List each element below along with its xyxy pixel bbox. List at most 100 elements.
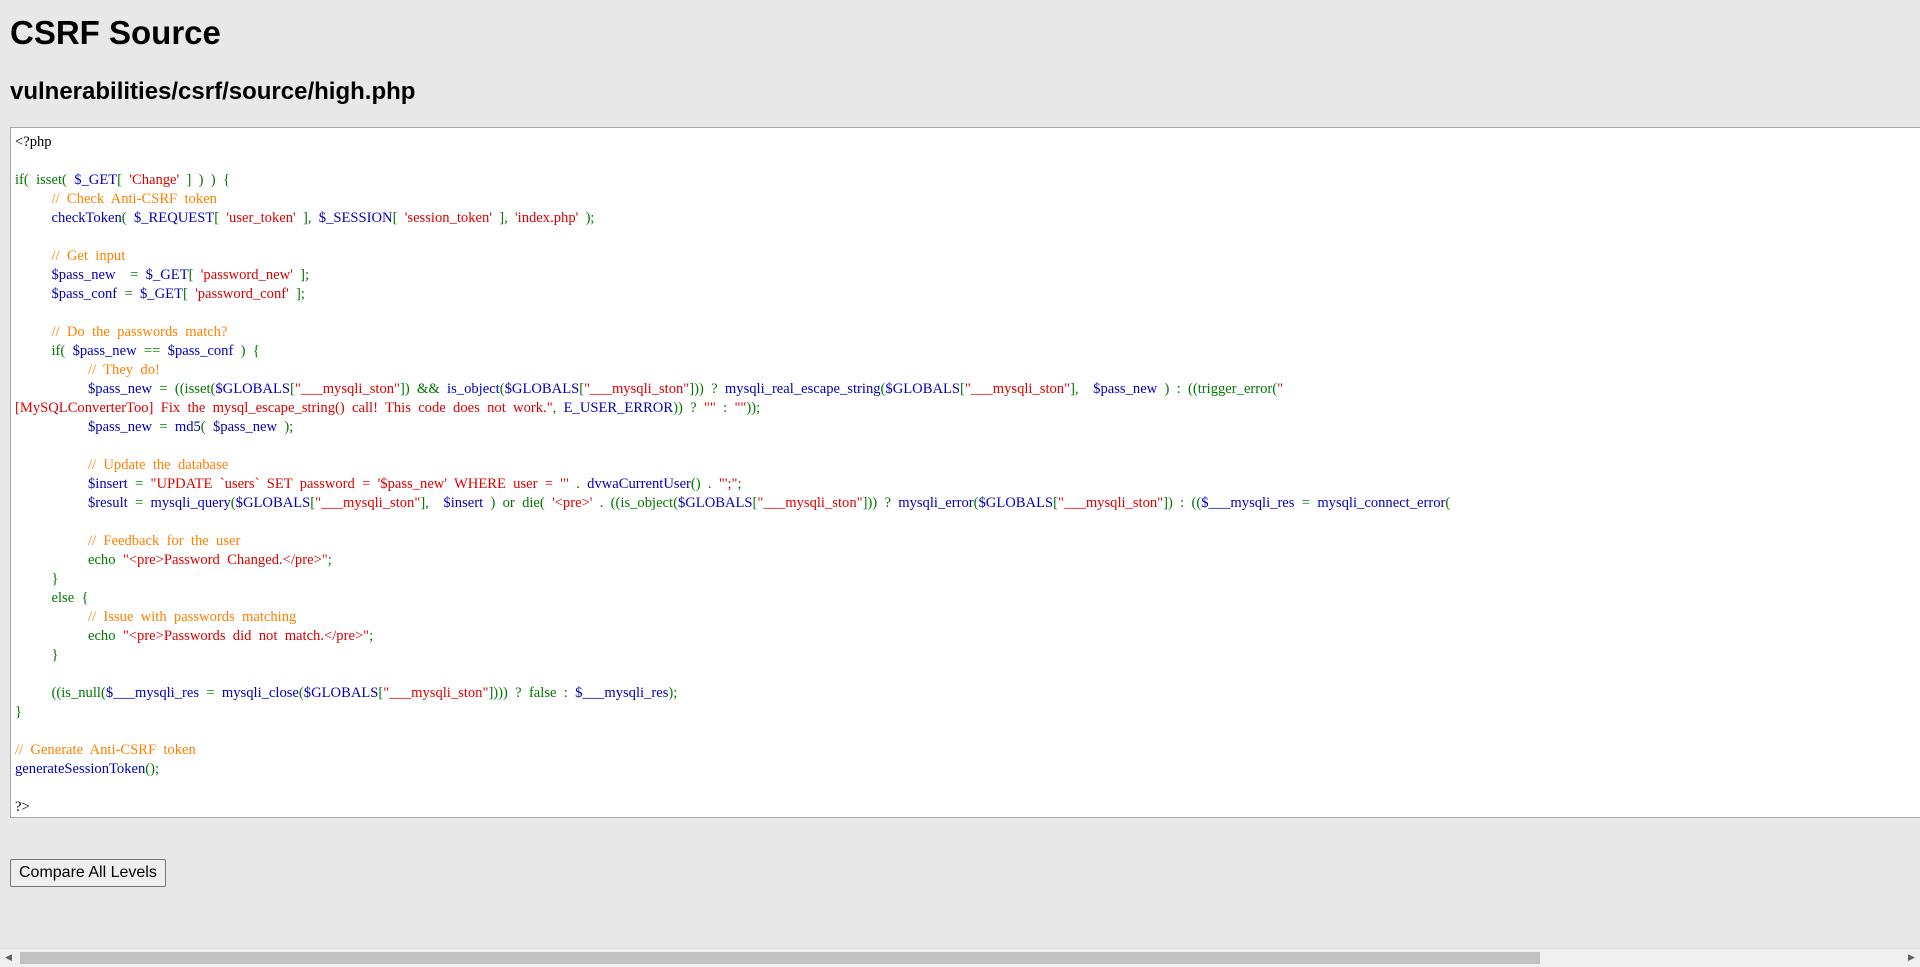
code-token: , [552, 400, 564, 416]
code-token: $GLOBALS [504, 381, 580, 397]
code-token: ( [200, 419, 213, 435]
code-token: ]) : (( [1163, 495, 1202, 511]
code-token: ], [1070, 381, 1094, 397]
code-token: mysqli_close [221, 685, 299, 701]
code-line: $pass_new = $_GET[ 'password_new' ]; [15, 266, 1450, 285]
code-token: $___mysqli_res [575, 685, 669, 701]
scrollbar-thumb[interactable] [20, 952, 1540, 964]
code-token: == [136, 343, 168, 359]
code-token: " [1277, 381, 1284, 397]
code-token: = [152, 419, 175, 435]
code-line: echo "<pre>Passwords did not match.</pre… [15, 627, 1450, 646]
code-token: = [127, 476, 151, 492]
chevron-right-icon[interactable]: ▶ [1903, 949, 1920, 967]
source-code-panel: <?php if( isset( $_GET[ 'Change' ] ) ) {… [10, 127, 1920, 818]
code-token: // Feedback for the user [15, 533, 241, 549]
code-line: ((is_null($___mysqli_res = mysqli_close(… [15, 684, 1450, 703]
code-token: dvwaCurrentUser [587, 476, 691, 492]
chevron-left-icon[interactable]: ◀ [0, 949, 17, 967]
code-token: [ [188, 267, 201, 283]
code-token: ] ) ) { [179, 172, 230, 188]
code-token: "___mysqli_ston" [315, 495, 421, 511]
code-line: else { [15, 589, 1450, 608]
code-line: $insert = "UPDATE `users` SET password =… [15, 475, 1450, 494]
code-token: "" [703, 400, 716, 416]
code-line: if( $pass_new == $pass_conf ) { [15, 342, 1450, 361]
code-token: "___mysqli_ston" [584, 381, 690, 397]
code-token: } [15, 571, 59, 587]
code-token: [ [214, 210, 227, 226]
code-line: $pass_conf = $_GET[ 'password_conf' ]; [15, 285, 1450, 304]
code-token: ])) ? [689, 381, 725, 397]
code-line: } [15, 646, 1450, 665]
code-token: ( [1445, 495, 1451, 511]
code-token: } [15, 647, 59, 663]
code-token: ; [327, 552, 332, 568]
code-token: ) : ((trigger_error( [1157, 381, 1278, 397]
code-token: ], [295, 210, 319, 226]
code-token: md5 [174, 419, 201, 435]
code-token: // Generate Anti-CSRF token [15, 742, 196, 758]
code-token: ) { [233, 343, 260, 359]
code-line: <?php [15, 133, 1450, 152]
code-token: <?php [15, 134, 52, 150]
code-token: ], [491, 210, 516, 226]
code-token: // Update the database [15, 457, 229, 473]
code-token: "" [734, 400, 747, 416]
code-token: $_GET [74, 172, 118, 188]
code-line: $result = mysqli_query($GLOBALS["___mysq… [15, 494, 1450, 513]
code-token: [ [117, 172, 130, 188]
code-token: ], [420, 495, 444, 511]
code-token: $_REQUEST [133, 210, 215, 226]
code-token: generateSessionToken [15, 761, 146, 777]
horizontal-scrollbar[interactable]: ◀ ▶ [0, 948, 1920, 967]
code-line: // Update the database [15, 456, 1450, 475]
code-token: $pass_new [87, 381, 153, 397]
code-token: ; [737, 476, 742, 492]
code-token: "___mysqli_ston" [1057, 495, 1164, 511]
code-token: if( isset( [15, 172, 75, 188]
code-token: $pass_conf [167, 343, 234, 359]
compare-all-levels-button[interactable]: Compare All Levels [10, 859, 166, 887]
code-token: else { [15, 590, 89, 606]
code-token: $insert [443, 495, 484, 511]
code-token: $___mysqli_res [1201, 495, 1295, 511]
code-line: } [15, 703, 1450, 722]
code-line: ?> [15, 798, 1450, 817]
code-token: "___mysqli_ston" [757, 495, 863, 511]
code-line: // Get input [15, 247, 1450, 266]
code-token: // They do! [15, 362, 160, 378]
code-token: ( [121, 210, 134, 226]
code-token: $GLOBALS [303, 685, 379, 701]
code-line: // Issue with passwords matching [15, 608, 1450, 627]
code-token: (); [145, 761, 160, 777]
code-token: 'password_new' [200, 267, 293, 283]
code-token: $pass_new [87, 419, 153, 435]
code-token: ; [369, 628, 374, 644]
php-source-code: <?php if( isset( $_GET[ 'Change' ] ) ) {… [15, 133, 1450, 817]
code-token: $pass_new [212, 419, 278, 435]
code-line: [MySQLConverterToo] Fix the mysql_escape… [15, 399, 1450, 418]
page-title: CSRF Source [10, 14, 221, 51]
code-token: } [15, 704, 23, 720]
code-token: 'index.php' [515, 210, 579, 226]
code-token: "UPDATE `users` SET password = '$pass_ne… [150, 476, 569, 492]
code-token: . [568, 476, 588, 492]
code-token: ?> [15, 799, 30, 815]
code-token: )); [746, 400, 761, 416]
code-token: = [115, 267, 146, 283]
code-token: () . [690, 476, 719, 492]
code-token: $insert [87, 476, 128, 492]
code-line: checkToken( $_REQUEST[ 'user_token' ], $… [15, 209, 1450, 228]
code-line: } [15, 570, 1450, 589]
code-token: $_SESSION [318, 210, 393, 226]
code-token: . ((is_object( [592, 495, 678, 511]
code-token: $GLOBALS [978, 495, 1054, 511]
